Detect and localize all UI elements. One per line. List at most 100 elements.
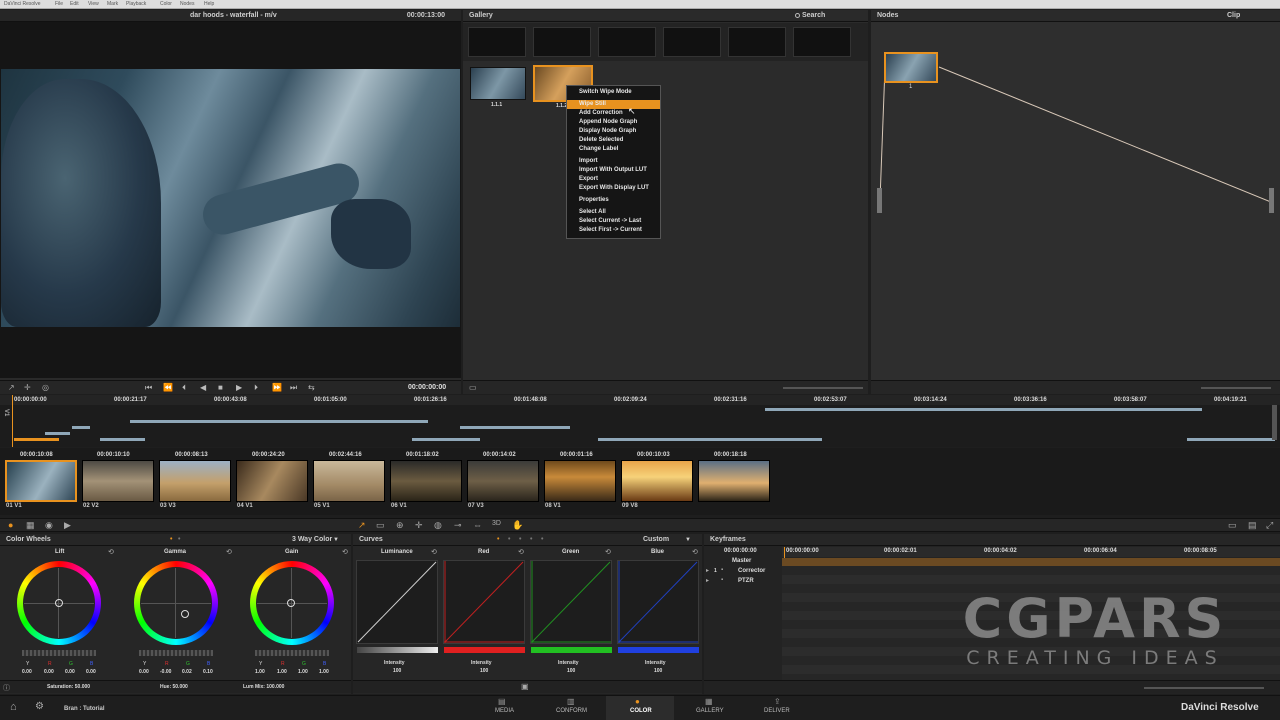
blur-icon[interactable]: ◍ bbox=[434, 520, 442, 531]
lift-g-value[interactable]: 0.00 bbox=[65, 669, 75, 675]
crosshair-icon[interactable]: ✛ bbox=[24, 383, 31, 392]
lift-y-value[interactable]: 0.00 bbox=[22, 669, 32, 675]
info-icon[interactable]: ⓘ bbox=[3, 683, 10, 693]
output-handle[interactable] bbox=[1269, 188, 1274, 213]
red-curve[interactable] bbox=[443, 560, 525, 644]
menu-nodes[interactable]: Nodes bbox=[180, 1, 194, 7]
next-frame-icon[interactable]: ⏩ bbox=[272, 383, 282, 392]
keyframe-track-ptzr[interactable]: PTZR bbox=[738, 578, 754, 584]
qualifier-icon[interactable]: ▭ bbox=[376, 520, 385, 531]
nav-tab-deliver-label[interactable]: DELIVER bbox=[764, 708, 790, 714]
playhead[interactable] bbox=[12, 395, 13, 447]
gain-master-wheel[interactable] bbox=[255, 650, 329, 656]
menu-color[interactable]: Color bbox=[160, 1, 172, 7]
menu-item-export-display-lut[interactable]: Export With Display LUT bbox=[567, 184, 660, 193]
gallery-still-1[interactable] bbox=[470, 67, 526, 100]
reset-green-icon[interactable]: ⟲ bbox=[605, 548, 611, 556]
motion-icon[interactable]: ▶ bbox=[64, 520, 71, 531]
page-dot[interactable]: • bbox=[508, 534, 510, 546]
expand-icon[interactable]: ⤢ bbox=[1266, 520, 1273, 531]
menu-file[interactable]: File bbox=[55, 1, 63, 7]
timeline-current-clip[interactable] bbox=[14, 438, 59, 441]
clip-thumbnail[interactable] bbox=[390, 460, 462, 502]
step-forward-icon[interactable]: ⏵ bbox=[254, 383, 258, 393]
luminance-curve[interactable] bbox=[356, 560, 438, 644]
album-slot[interactable] bbox=[598, 27, 656, 57]
menu-item-switch-wipe-mode[interactable]: Switch Wipe Mode bbox=[567, 88, 660, 97]
saturation-field[interactable]: Saturation: 50.000 bbox=[47, 684, 90, 690]
menu-view[interactable]: View bbox=[88, 1, 99, 7]
stop-icon[interactable]: ■ bbox=[218, 383, 223, 392]
page-dot[interactable]: • bbox=[178, 534, 180, 546]
lift-puck[interactable] bbox=[55, 599, 63, 607]
menu-item-wipe-still[interactable]: Wipe Still bbox=[567, 100, 660, 109]
gallery-zoom-slider[interactable] bbox=[783, 387, 863, 389]
lock-icon[interactable]: ▪ bbox=[721, 577, 723, 583]
clip-thumbnail[interactable] bbox=[5, 460, 77, 502]
reset-blue-icon[interactable]: ⟲ bbox=[692, 548, 698, 556]
pointer-icon[interactable]: ↗ bbox=[8, 383, 15, 392]
menu-item-export[interactable]: Export bbox=[567, 175, 660, 184]
gain-b-value[interactable]: 1.00 bbox=[319, 669, 329, 675]
primaries-icon[interactable]: ◉ bbox=[45, 520, 53, 531]
settings-gear-icon[interactable]: ⚙ bbox=[35, 701, 44, 712]
clip-thumbnail[interactable] bbox=[236, 460, 308, 502]
expand-arrow-icon[interactable]: ▸ bbox=[706, 577, 709, 584]
timeline-track-bar[interactable] bbox=[72, 426, 90, 429]
clip-thumbnail[interactable] bbox=[698, 460, 770, 502]
nav-tab-media-label[interactable]: MEDIA bbox=[495, 708, 514, 714]
album-slot[interactable] bbox=[793, 27, 851, 57]
clip-thumbnail[interactable] bbox=[544, 460, 616, 502]
menu-app[interactable]: DaVinci Resolve bbox=[4, 1, 41, 7]
reset-gamma-icon[interactable]: ⟲ bbox=[226, 548, 232, 556]
prev-frame-icon[interactable]: ⏪ bbox=[163, 383, 173, 392]
gamma-puck[interactable] bbox=[181, 610, 189, 618]
green-intensity-bar[interactable] bbox=[531, 647, 612, 653]
menu-item-append-node-graph[interactable]: Append Node Graph bbox=[567, 118, 660, 127]
go-end-icon[interactable]: ⏭ bbox=[290, 383, 297, 393]
tracker-icon[interactable]: ✛ bbox=[415, 520, 423, 531]
page-dot[interactable]: • bbox=[541, 534, 543, 546]
menu-item-import[interactable]: Import bbox=[567, 157, 660, 166]
timeline-track-bar[interactable] bbox=[598, 438, 822, 441]
keyframe-track-corrector[interactable]: Corrector bbox=[738, 568, 765, 574]
gamma-r-value[interactable]: -0.00 bbox=[160, 669, 171, 675]
color-match-icon[interactable]: ▦ bbox=[26, 520, 35, 531]
wheel-mode-select[interactable]: 3 Way Color bbox=[292, 534, 332, 546]
go-start-icon[interactable]: ⏮ bbox=[145, 383, 152, 393]
nav-tab-conform-label[interactable]: CONFORM bbox=[556, 708, 587, 714]
album-slot[interactable] bbox=[468, 27, 526, 57]
scope-icon[interactable]: ▤ bbox=[1248, 520, 1257, 531]
menu-item-properties[interactable]: Properties bbox=[567, 196, 660, 205]
hue-field[interactable]: Hue: 50.000 bbox=[160, 684, 188, 690]
menu-item-import-output-lut[interactable]: Import With Output LUT bbox=[567, 166, 660, 175]
loop-icon[interactable]: ⇆ bbox=[308, 383, 315, 392]
timeline-track-bar[interactable] bbox=[130, 420, 428, 423]
blue-intensity-bar[interactable] bbox=[618, 647, 699, 653]
menu-help[interactable]: Help bbox=[204, 1, 214, 7]
menu-item-delete-selected[interactable]: Delete Selected bbox=[567, 136, 660, 145]
luminance-intensity-value[interactable]: 100 bbox=[393, 668, 401, 674]
gain-g-value[interactable]: 1.00 bbox=[298, 669, 308, 675]
keyframe-view-icon[interactable]: ▭ bbox=[1228, 520, 1237, 531]
timeline-track-bar[interactable] bbox=[460, 426, 570, 429]
album-slot[interactable] bbox=[728, 27, 786, 57]
window-icon[interactable]: ⊕ bbox=[396, 520, 404, 531]
blue-curve[interactable] bbox=[617, 560, 699, 644]
clip-thumbnail[interactable] bbox=[467, 460, 539, 502]
nav-tab-gallery-label[interactable]: GALLERY bbox=[696, 708, 724, 714]
lock-icon[interactable]: ▪ bbox=[721, 567, 723, 573]
timeline-track-bar[interactable] bbox=[1187, 438, 1275, 441]
play-icon[interactable]: ▶ bbox=[236, 383, 242, 392]
nodes-zoom-slider[interactable] bbox=[1201, 387, 1271, 389]
timeline-track-bar[interactable] bbox=[765, 408, 1202, 411]
menu-item-change-label[interactable]: Change Label bbox=[567, 145, 660, 154]
menu-item-add-correction[interactable]: Add Correction bbox=[567, 109, 660, 118]
source-input-handle[interactable] bbox=[877, 188, 882, 213]
menu-playback[interactable]: Playback bbox=[126, 1, 146, 7]
timeline-track-bar[interactable] bbox=[412, 438, 480, 441]
gain-y-value[interactable]: 1.00 bbox=[255, 669, 265, 675]
menu-item-display-node-graph[interactable]: Display Node Graph bbox=[567, 127, 660, 136]
album-slot[interactable] bbox=[663, 27, 721, 57]
clip-thumbnail[interactable] bbox=[159, 460, 231, 502]
